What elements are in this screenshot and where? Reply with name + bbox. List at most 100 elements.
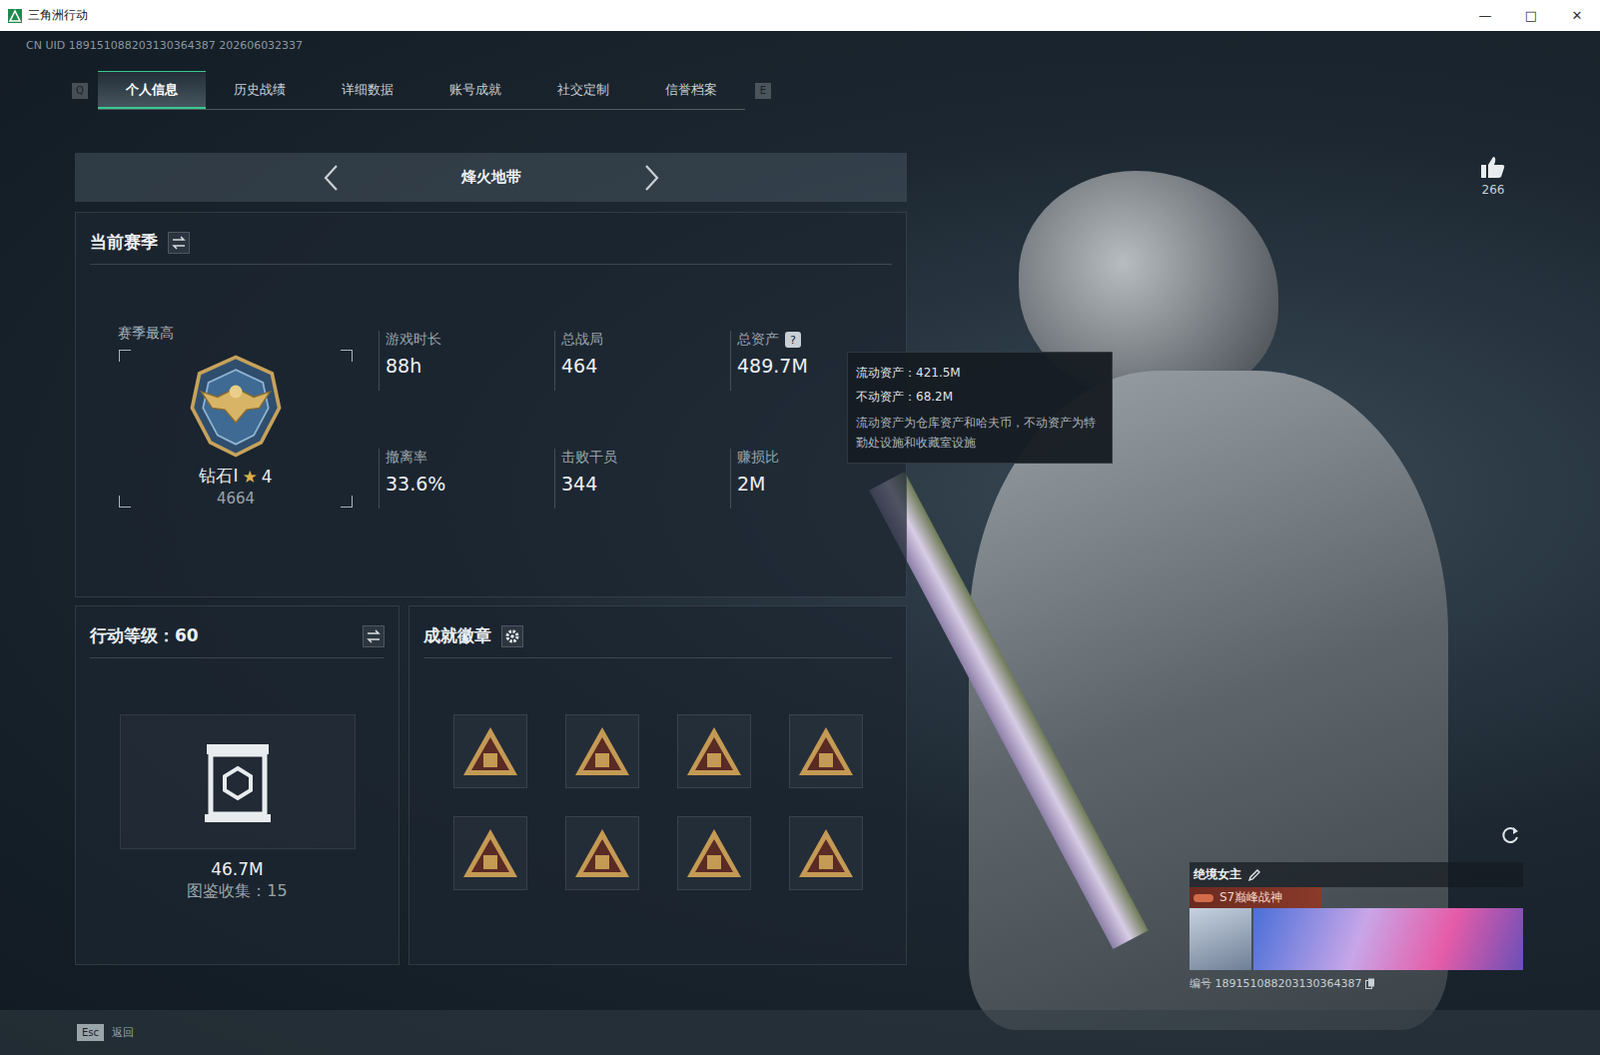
prev-tab-key[interactable]: Q (71, 82, 88, 99)
rank-block: 赛季最高钻石I★44664 (75, 324, 375, 509)
season-title: 当前赛季 (89, 230, 158, 254)
stat-value: 464 (561, 354, 731, 377)
help-icon[interactable]: ? (785, 331, 801, 348)
window-title: 三角洲行动 (27, 6, 88, 24)
season-header: 当前赛季 (89, 212, 892, 265)
like-count: 266 (1482, 182, 1506, 197)
tab-bar: Q 个人信息历史战绩详细数据账号成就社交定制信誉档案 E (71, 70, 1600, 110)
title-text: S7巅峰战神 (1219, 888, 1283, 906)
display-case-icon (202, 740, 273, 824)
bottom-panels: 行动等级：60 46.7M图鉴收集：15 成就徽章 (74, 605, 907, 965)
name-card[interactable]: 绝境女主 S7巅峰战神编号 189151088203130364387 (1189, 861, 1524, 991)
stat-value: 344 (561, 472, 731, 495)
stats-grid: 游戏时长 88h总战局 464总资产 ?489.7M撤离率 33.6%击败干员 … (378, 330, 906, 509)
tab[interactable]: 历史战绩 (205, 70, 314, 109)
tab[interactable]: 信誉档案 (637, 70, 746, 109)
stat-label: 总战局 (561, 330, 731, 349)
level-title: 行动等级：60 (89, 624, 199, 648)
achievement-badge[interactable] (565, 815, 640, 890)
stat-label: 总资产 ? (737, 330, 906, 349)
achievement-header: 成就徽章 (423, 606, 892, 659)
achievement-panel: 成就徽章 (408, 605, 907, 965)
rank-frame: 钻石I★44664 (117, 348, 354, 509)
refresh-icon[interactable] (1499, 823, 1522, 846)
tab[interactable]: 详细数据 (313, 70, 422, 109)
thumbs-up-icon (1480, 154, 1507, 179)
chevron-left-icon[interactable] (321, 162, 342, 193)
tooltip-line: 流动资产：421.5M (855, 360, 1104, 385)
player-name: 绝境女主 (1193, 865, 1242, 883)
gear-icon[interactable] (501, 625, 524, 648)
stat-item: 游戏时长 88h (378, 330, 555, 391)
swap-icon[interactable] (167, 231, 190, 254)
season-panel: 当前赛季赛季最高钻石I★44664游戏时长 88h总战局 464总资产 ?489… (74, 211, 907, 598)
card-header: 绝境女主 (1189, 861, 1524, 887)
copy-icon[interactable] (1365, 977, 1376, 989)
like-button[interactable]: 266 (1480, 154, 1507, 197)
badge-grid (409, 658, 906, 890)
collection-showcase[interactable] (119, 714, 356, 849)
back-label[interactable]: 返回 (111, 1024, 134, 1040)
achievement-badge[interactable] (453, 815, 528, 890)
best-label: 赛季最高 (117, 324, 375, 343)
diamond-rank-emblem-icon (175, 351, 296, 461)
player-id: 编号 189151088203130364387 (1189, 975, 1524, 991)
title-bar: 三角洲行动 —□✕ (0, 0, 1600, 31)
tab[interactable]: 个人信息 (97, 70, 206, 109)
stat-item: 总战局 464 (554, 330, 731, 391)
next-tab-key[interactable]: E (755, 82, 772, 99)
card-art (1189, 907, 1524, 970)
tooltip-line: 不动资产：68.2M (855, 384, 1104, 409)
tab[interactable]: 账号成就 (421, 70, 530, 109)
stat-value: 2M (737, 472, 906, 495)
stat-label: 撤离率 (385, 448, 555, 467)
esc-key[interactable]: Esc (76, 1023, 104, 1041)
game-logo-icon (7, 8, 22, 23)
badge-icon (571, 723, 634, 780)
badge-icon (795, 824, 857, 881)
achievement-badge[interactable] (789, 815, 863, 890)
tab[interactable]: 社交定制 (529, 70, 638, 109)
chevron-right-icon[interactable] (641, 162, 662, 193)
stat-value: 33.6% (385, 472, 555, 495)
title-tag: S7巅峰战神 (1189, 886, 1322, 908)
window-control-button[interactable]: □ (1508, 0, 1555, 31)
achievement-badge[interactable] (677, 714, 752, 789)
level-panel: 行动等级：60 46.7M图鉴收集：15 (74, 605, 400, 965)
window-controls: —□✕ (1462, 0, 1600, 31)
collection-count: 图鉴收集：15 (186, 880, 287, 902)
season-body: 赛季最高钻石I★44664游戏时长 88h总战局 464总资产 ?489.7M撤… (75, 264, 906, 509)
badge-icon (683, 723, 746, 780)
star-icon: ★ (241, 466, 257, 487)
uid-text: CN UID 189151088203130364387 20260603233… (25, 38, 1600, 52)
badge-icon (795, 723, 857, 780)
footer-bar: Esc 返回 (0, 1009, 1600, 1055)
badge-icon (571, 824, 634, 881)
assets-tooltip: 流动资产：421.5M不动资产：68.2M流动资产为仓库资产和哈夫币，不动资产为… (846, 351, 1113, 464)
tabs: 个人信息历史战绩详细数据账号成就社交定制信誉档案 (97, 70, 746, 110)
badge-icon (459, 723, 522, 780)
rank-score: 4664 (216, 489, 255, 508)
badge-icon (683, 824, 746, 881)
achievement-badge[interactable] (565, 714, 640, 789)
stat-label: 击败干员 (561, 448, 731, 467)
swap-icon[interactable] (362, 625, 385, 648)
window-control-button[interactable]: — (1462, 0, 1509, 31)
achievement-badge[interactable] (789, 714, 863, 789)
app-window: 三角洲行动 —□✕ CN UID 189151088203130364387 202… (0, 0, 1600, 1055)
achievement-title: 成就徽章 (423, 624, 492, 648)
achievement-badge[interactable] (453, 714, 528, 789)
profile-column: 烽火地带当前赛季赛季最高钻石I★44664游戏时长 88h总战局 464总资产 … (74, 152, 907, 965)
stat-label: 游戏时长 (385, 330, 555, 349)
mode-selector: 烽火地带 (74, 152, 907, 202)
window-control-button[interactable]: ✕ (1554, 0, 1600, 31)
stat-item: 撤离率 33.6% (378, 448, 555, 509)
rank-name: 钻石I★4 (198, 464, 272, 488)
game-screen: CN UID 189151088203130364387 20260603233… (0, 30, 1600, 1055)
level-header: 行动等级：60 (89, 606, 385, 659)
achievement-badge[interactable] (677, 815, 752, 890)
badge-icon (459, 824, 522, 881)
collection-value: 46.7M (210, 858, 264, 879)
stat-value: 88h (385, 354, 555, 377)
edit-pencil-icon[interactable] (1247, 867, 1262, 882)
